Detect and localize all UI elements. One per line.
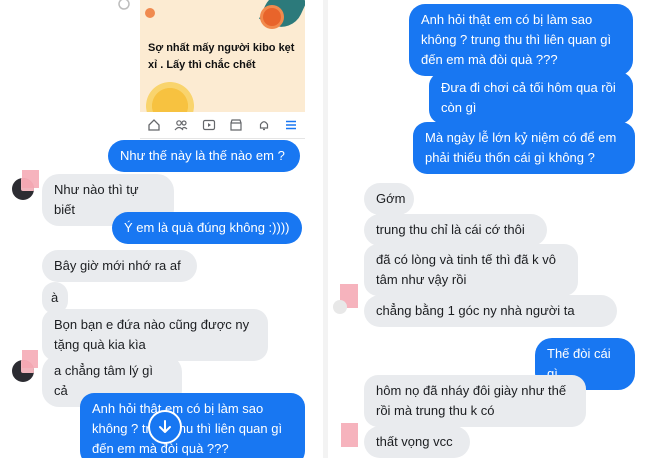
friends-icon[interactable]	[174, 118, 188, 132]
menu-icon[interactable]	[284, 118, 298, 132]
right-chat-panel: Anh hỏi thật em có bị làm sao không ? tr…	[329, 0, 660, 458]
facebook-nav-bar	[140, 112, 305, 139]
message-bubble-incoming[interactable]: Bọn bạn e đứa nào cũng được ny tặng quà …	[42, 309, 268, 361]
post-text: Sợ nhất mấy người kibo kẹt xỉ . Lấy thì …	[148, 42, 295, 71]
avatar-blur-overlay	[22, 170, 39, 188]
message-bubble-outgoing[interactable]: Ý em là quà đúng không :))))	[112, 212, 302, 244]
message-bubble-incoming[interactable]: Gớm	[364, 183, 414, 215]
marketplace-icon[interactable]	[229, 118, 243, 132]
settings-icon[interactable]	[114, 0, 134, 12]
message-bubble-outgoing[interactable]: Đưa đi chơi cả tối hôm qua rồi còn gì	[429, 72, 633, 124]
message-bubble-outgoing[interactable]: Anh hỏi thật em có bị làm sao không ? tr…	[80, 393, 305, 458]
avatar-blur-overlay	[22, 350, 38, 368]
message-bubble-incoming[interactable]: Bây giờ mới nhớ ra af	[42, 250, 197, 282]
message-bubble-incoming[interactable]: thất vọng vcc	[364, 426, 470, 458]
message-bubble-incoming[interactable]: trung thu chỉ là cái cớ thôi	[364, 214, 547, 246]
avatar-blur-overlay	[341, 423, 358, 447]
left-chat-panel: Sợ nhất mấy người kibo kẹt xỉ . Lấy thì …	[0, 0, 322, 458]
sun-decoration	[142, 78, 198, 112]
message-bubble-incoming[interactable]: đã có lòng và tinh tế thì đã k vô tâm nh…	[364, 244, 578, 296]
panel-divider	[323, 0, 328, 458]
video-icon[interactable]	[202, 118, 216, 132]
home-icon[interactable]	[147, 118, 161, 132]
message-bubble-outgoing[interactable]: Anh hỏi thật em có bị làm sao không ? tr…	[409, 4, 633, 76]
arrow-down-icon	[159, 420, 171, 433]
shared-post-image[interactable]: Sợ nhất mấy người kibo kẹt xỉ . Lấy thì …	[140, 0, 305, 112]
message-bubble-outgoing[interactable]: Như thế này là thế nào em ?	[108, 140, 300, 172]
scroll-to-bottom-button[interactable]	[148, 410, 182, 444]
message-bubble-incoming[interactable]: chẳng bằng 1 góc ny nhà người ta	[364, 295, 617, 327]
bell-icon[interactable]	[257, 118, 271, 132]
contact-avatar[interactable]	[333, 300, 347, 314]
message-bubble-outgoing[interactable]: Mà ngày lễ lớn kỷ niệm có để em phải thi…	[413, 122, 635, 174]
flower-decoration	[263, 8, 281, 26]
message-bubble-incoming[interactable]: hôm nọ đã nháy đôi giày như thế rồi mà t…	[364, 375, 586, 427]
flower-decoration-small	[145, 8, 155, 18]
